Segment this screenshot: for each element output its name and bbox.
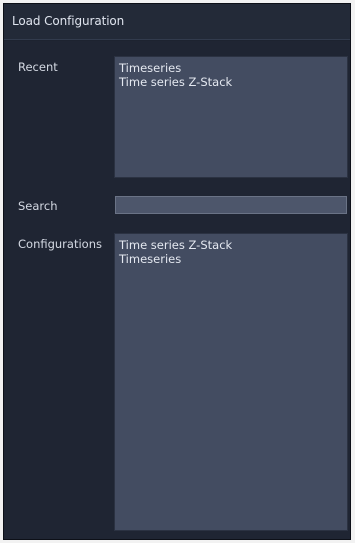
recent-list[interactable]: Timeseries Time series Z-Stack [114, 56, 348, 178]
dialog-titlebar: Load Configuration [4, 4, 350, 40]
recent-label: Recent [18, 60, 58, 74]
search-label: Search [18, 199, 58, 213]
configurations-label: Configurations [18, 237, 102, 251]
configurations-list[interactable]: Time series Z-Stack Timeseries [114, 233, 348, 531]
search-input[interactable] [115, 196, 347, 214]
configurations-list-item[interactable]: Timeseries [115, 252, 347, 266]
recent-list-item[interactable]: Timeseries [115, 61, 347, 75]
configurations-list-item[interactable]: Time series Z-Stack [115, 238, 347, 252]
recent-list-item[interactable]: Time series Z-Stack [115, 75, 347, 89]
dialog-title: Load Configuration [12, 14, 125, 28]
